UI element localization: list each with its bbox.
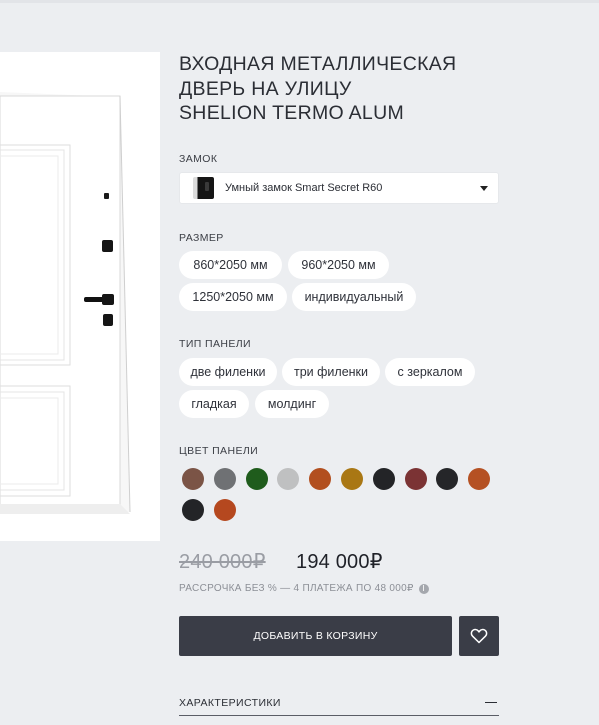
color-swatch[interactable] bbox=[213, 499, 236, 521]
add-to-cart-button[interactable]: ДОБАВИТЬ В КОРЗИНУ bbox=[179, 616, 452, 656]
top-divider bbox=[0, 0, 599, 3]
lock-label: ЗАМОК bbox=[179, 153, 218, 165]
color-swatch[interactable] bbox=[182, 468, 204, 490]
panel-type-option[interactable]: с зеркалом bbox=[385, 358, 475, 386]
size-option[interactable]: 860*2050 мм bbox=[179, 251, 282, 279]
heart-icon bbox=[470, 628, 488, 644]
panel-type-option[interactable]: молдинг bbox=[255, 390, 329, 418]
color-swatch[interactable] bbox=[309, 468, 332, 490]
info-icon[interactable]: i bbox=[418, 583, 429, 594]
product-info: ВХОДНАЯ МЕТАЛЛИЧЕСКАЯ ДВЕРЬ НА УЛИЦУ SHE… bbox=[179, 52, 499, 716]
panel-type-option[interactable]: две филенки bbox=[179, 358, 277, 386]
installment-info: РАССРОЧКА БЕЗ % — 4 ПЛАТЕЖА ПО 48 000₽ i bbox=[179, 583, 429, 594]
characteristics-accordion[interactable]: ХАРАКТЕРИСТИКИ bbox=[179, 690, 499, 716]
lock-selected-value: Умный замок Smart Secret R60 bbox=[225, 182, 383, 194]
minus-icon bbox=[485, 701, 497, 704]
size-label: РАЗМЕР bbox=[179, 232, 224, 244]
title-line: SHELION TERMO ALUM bbox=[179, 102, 405, 124]
size-option[interactable]: 960*2050 мм bbox=[288, 251, 389, 279]
favorite-button[interactable] bbox=[459, 616, 499, 656]
installment-text: РАССРОЧКА БЕЗ % — 4 ПЛАТЕЖА ПО 48 000₽ bbox=[179, 583, 414, 594]
panel-type-option[interactable]: три филенки bbox=[282, 358, 380, 386]
color-swatch[interactable] bbox=[182, 499, 204, 521]
current-price: 194 000₽ bbox=[296, 551, 383, 573]
color-swatch[interactable] bbox=[245, 468, 268, 490]
size-option[interactable]: 1250*2050 мм bbox=[179, 283, 287, 311]
panel-color-label: ЦВЕТ ПАНЕЛИ bbox=[179, 445, 259, 457]
chevron-down-icon bbox=[480, 186, 488, 191]
lock-select[interactable]: Умный замок Smart Secret R60 bbox=[179, 172, 499, 204]
title-line: ВХОДНАЯ МЕТАЛЛИЧЕСКАЯ bbox=[179, 53, 457, 75]
color-swatch[interactable] bbox=[277, 468, 300, 490]
old-price: 240 000₽ bbox=[179, 551, 266, 573]
color-swatch[interactable] bbox=[436, 468, 459, 490]
accordion-label: ХАРАКТЕРИСТИКИ bbox=[179, 696, 281, 709]
title-line: ДВЕРЬ НА УЛИЦУ bbox=[179, 77, 352, 100]
color-swatch[interactable] bbox=[468, 468, 491, 490]
product-title: ВХОДНАЯ МЕТАЛЛИЧЕСКАЯ ДВЕРЬ НА УЛИЦУ SHE… bbox=[179, 52, 499, 126]
size-option[interactable]: индивидуальный bbox=[292, 283, 416, 311]
color-swatch[interactable] bbox=[341, 468, 363, 490]
lock-thumbnail bbox=[193, 177, 214, 199]
panel-type-option[interactable]: гладкая bbox=[179, 390, 249, 418]
color-swatch[interactable] bbox=[213, 468, 236, 490]
color-swatch[interactable] bbox=[404, 468, 427, 490]
panel-type-label: ТИП ПАНЕЛИ bbox=[179, 338, 251, 350]
product-image bbox=[0, 52, 160, 541]
color-swatch[interactable] bbox=[372, 468, 395, 490]
